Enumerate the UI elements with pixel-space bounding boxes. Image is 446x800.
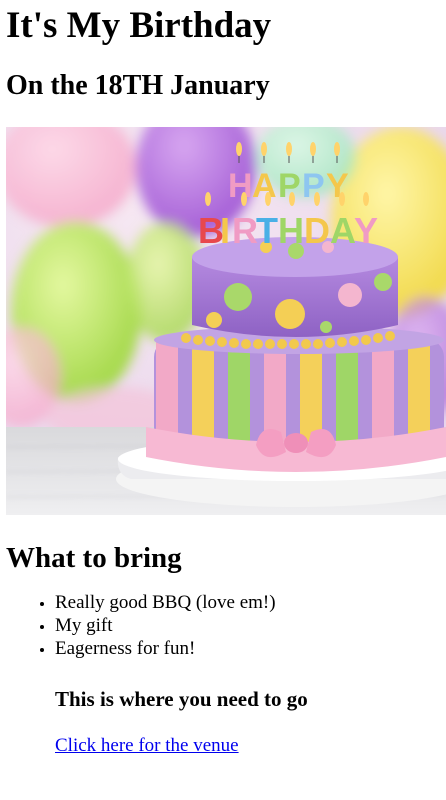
svg-text:H: H (278, 210, 304, 251)
what-to-bring-heading: What to bring (6, 542, 182, 574)
svg-text:D: D (304, 210, 330, 251)
svg-text:A: A (330, 210, 356, 251)
svg-text:H: H (228, 167, 253, 205)
venue-link[interactable]: Click here for the venue (55, 734, 239, 758)
bring-list: Really good BBQ (love em!) My gift Eager… (6, 591, 446, 660)
list-item: Eagerness for fun! (55, 637, 446, 660)
svg-text:T: T (256, 210, 278, 251)
svg-text:P: P (302, 167, 325, 205)
page: It's My Birthday On the 18TH January H A… (0, 0, 446, 758)
svg-text:Y: Y (354, 210, 378, 251)
list-item: Really good BBQ (love em!) (55, 591, 446, 614)
svg-text:I: I (220, 210, 230, 251)
list-item: My gift (55, 614, 446, 637)
svg-text:Y: Y (326, 167, 349, 205)
page-title: It's My Birthday (6, 5, 272, 46)
svg-text:R: R (232, 210, 258, 251)
svg-text:A: A (252, 167, 277, 205)
date-heading: On the 18TH January (6, 70, 270, 101)
birthday-cake-photo: H A P P Y B I R T H D A Y (6, 127, 446, 515)
venue-heading: This is where you need to go (55, 687, 308, 711)
